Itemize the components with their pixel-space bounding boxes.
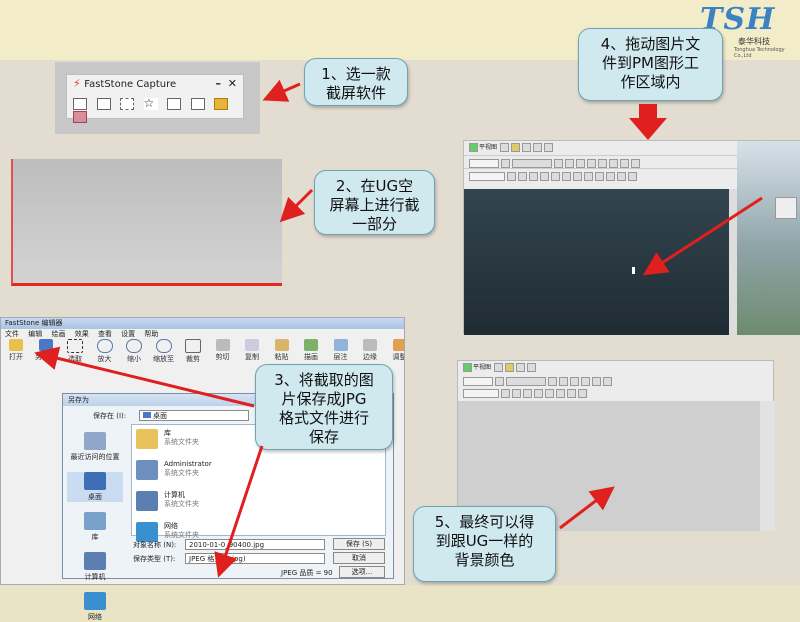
arrow-step-5 [559,486,615,530]
arrow-step-2 [279,188,314,223]
arrow-step-4 [642,196,763,276]
arrow-step-3a [34,346,255,408]
red-arrows-overlay [34,79,763,578]
arrow-step-1 [262,79,301,102]
arrow-step-3b [214,445,264,578]
place-network[interactable]: 网络 [67,592,123,622]
